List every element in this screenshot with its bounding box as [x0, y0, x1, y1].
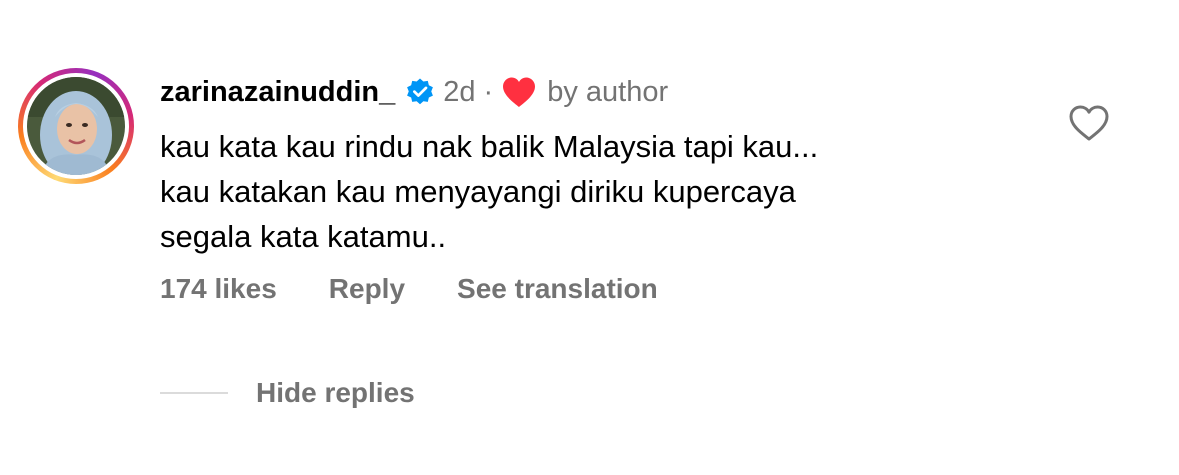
avatar[interactable]	[27, 77, 125, 175]
avatar-image	[27, 77, 125, 175]
see-translation-button[interactable]: See translation	[457, 273, 658, 305]
comment-line: kau kata kau rindu nak balik Malaysia ta…	[160, 129, 819, 164]
avatar-story-ring[interactable]	[18, 68, 134, 184]
hide-replies-button[interactable]: Hide replies	[256, 377, 415, 409]
comment-time: 2d	[443, 75, 476, 108]
comment-line: kau katakan kau menyayangi diriku kuperc…	[160, 174, 796, 209]
like-heart-icon[interactable]	[1068, 104, 1110, 142]
by-author-label: by author	[547, 75, 669, 108]
avatar-ring-gap	[23, 73, 129, 179]
replies-divider	[160, 392, 228, 394]
likes-count-link[interactable]: 174 likes	[160, 273, 277, 305]
comment-line: segala kata katamu..	[160, 219, 447, 254]
separator-dot: ·	[483, 75, 494, 108]
username-link[interactable]: zarinazainuddin_	[160, 76, 395, 109]
verified-badge-icon	[407, 78, 434, 105]
reply-button[interactable]: Reply	[329, 273, 405, 305]
replies-toggle-row: Hide replies	[160, 374, 415, 412]
author-liked-heart-icon	[503, 77, 536, 107]
comment-text: kau kata kau rindu nak balik Malaysia ta…	[160, 124, 1030, 259]
comment-actions: 174 likes Reply See translation	[160, 270, 658, 308]
comment-header: zarinazainuddin_ 2d · by author	[160, 72, 668, 112]
